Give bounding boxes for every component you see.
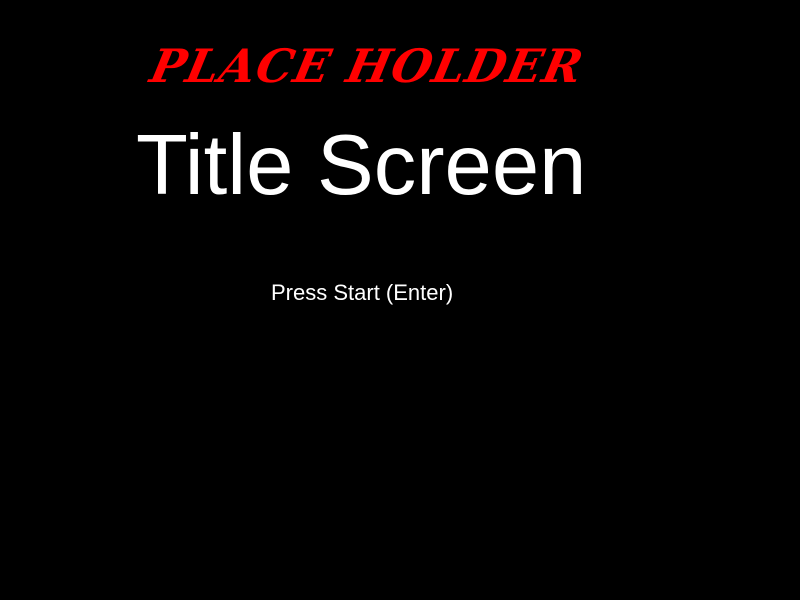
title-screen[interactable]: PLACE HOLDER Title Screen Press Start (E…: [0, 0, 800, 600]
placeholder-logo-text: PLACE HOLDER: [145, 39, 589, 93]
title-heading: Title Screen: [136, 118, 587, 213]
press-start-prompt[interactable]: Press Start (Enter): [271, 278, 453, 308]
